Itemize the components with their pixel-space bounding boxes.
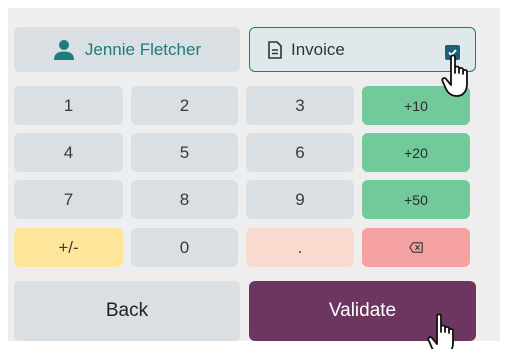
key-label: +/- [58, 237, 79, 257]
key-plus-50[interactable]: +50 [362, 180, 470, 219]
key-4[interactable]: 4 [14, 133, 123, 172]
invoice-label: Invoice [291, 39, 345, 59]
sign-toggle-button[interactable]: +/- [14, 228, 123, 267]
customer-name: Jennie Fletcher [84, 39, 202, 59]
validate-label: Validate [328, 300, 397, 321]
back-label: Back [105, 300, 149, 321]
key-label: +20 [404, 144, 428, 161]
document-icon [268, 40, 282, 59]
key-label: 5 [179, 142, 190, 162]
key-label: 4 [63, 142, 74, 162]
key-label: +10 [404, 97, 428, 114]
key-label: . [297, 237, 303, 257]
key-3[interactable]: 3 [246, 86, 354, 125]
key-label: 0 [179, 237, 190, 257]
key-7[interactable]: 7 [14, 180, 123, 219]
key-label: 3 [295, 95, 305, 115]
person-icon [53, 39, 74, 60]
decimal-point-button[interactable]: . [246, 228, 354, 267]
key-9[interactable]: 9 [246, 180, 354, 219]
hand-pointer-icon [427, 313, 454, 349]
key-label: 2 [179, 95, 190, 115]
key-6[interactable]: 6 [246, 133, 354, 172]
backspace-button[interactable] [362, 228, 470, 267]
key-1[interactable]: 1 [14, 86, 123, 125]
key-label: 6 [295, 142, 305, 162]
key-label: 9 [295, 189, 305, 209]
key-label: 8 [179, 189, 190, 209]
key-label: +50 [404, 191, 428, 208]
key-2[interactable]: 2 [131, 86, 238, 125]
backspace-icon [409, 242, 423, 253]
back-button[interactable]: Back [14, 281, 240, 341]
key-0[interactable]: 0 [131, 228, 238, 267]
key-5[interactable]: 5 [131, 133, 238, 172]
key-8[interactable]: 8 [131, 180, 238, 219]
key-label: 7 [63, 189, 74, 209]
hand-pointer-icon [441, 54, 468, 97]
key-plus-20[interactable]: +20 [362, 133, 470, 172]
key-label: 1 [63, 95, 74, 115]
customer-button[interactable]: Jennie Fletcher [14, 27, 240, 72]
